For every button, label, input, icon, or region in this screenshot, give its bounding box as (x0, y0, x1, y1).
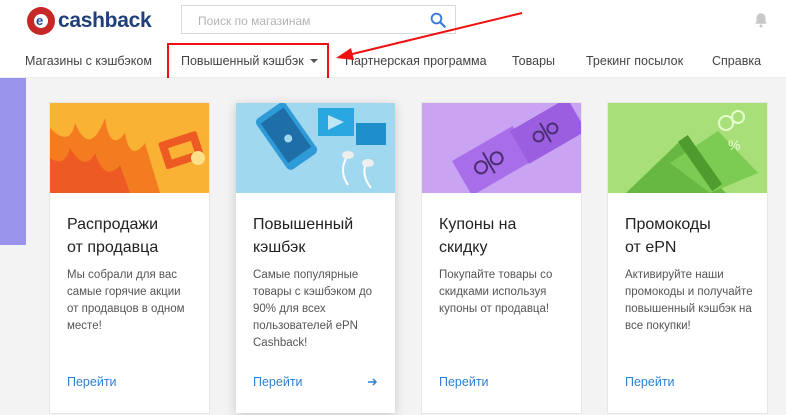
svg-text:%: % (728, 137, 740, 153)
notifications-bell-icon[interactable] (752, 10, 770, 30)
fire-tags-icon (50, 103, 209, 193)
card-title: Купоны на скидку (439, 216, 517, 256)
nav-item-help[interactable]: Справка (712, 54, 761, 68)
nav-item-stores[interactable]: Магазины с кэшбэком (25, 54, 152, 68)
search-icon[interactable] (429, 11, 447, 29)
card-go-link[interactable]: Перейти (253, 375, 303, 389)
cashback-logo[interactable]: e cashback (27, 7, 152, 35)
card-epn-promocodes[interactable]: % Промокоды от ePN Активируйте наши пром… (608, 103, 767, 413)
card-seller-sales[interactable]: Распродажи от продавца Мы собрали для ва… (50, 103, 209, 413)
card-description: Покупайте товары со скидками используя к… (439, 269, 553, 315)
brand-name: cashback (58, 9, 152, 32)
card-description: Самые популярные товары с кэшбэком до 90… (253, 269, 373, 349)
card-increased-cashback[interactable]: Повышенный кэшбэк Самые популярные товар… (236, 103, 395, 413)
nav-item-partner-program[interactable]: Партнерская программа (345, 54, 487, 68)
card-title: Промокоды от ePN (625, 216, 711, 256)
main-navigation: Магазины с кэшбэком Повышенный кэшбэк Па… (0, 44, 786, 78)
promo-section: Распродажи от продавца Мы собрали для ва… (0, 78, 786, 415)
card-go-link[interactable]: Перейти (67, 375, 117, 389)
phone-earphones-icon (236, 103, 395, 193)
nav-item-parcel-tracking[interactable]: Трекинг посылок (586, 54, 683, 68)
gift-box-icon: % (608, 103, 767, 193)
coupon-percent-icon (422, 103, 581, 193)
logo-e-icon: e (27, 7, 55, 35)
nav-item-products[interactable]: Товары (512, 54, 555, 68)
card-go-link[interactable]: Перейти (439, 375, 489, 389)
search-input[interactable] (183, 7, 430, 34)
card-go-link[interactable]: Перейти (625, 375, 675, 389)
arrow-right-icon[interactable] (368, 377, 378, 387)
card-title: Распродажи от продавца (67, 216, 159, 256)
card-discount-coupons[interactable]: Купоны на скидку Покупайте товары со ски… (422, 103, 581, 413)
side-banner-strip (0, 78, 26, 245)
highlight-box (167, 43, 329, 83)
card-description: Мы собрали для вас самые горячие акции о… (67, 269, 185, 332)
search-box[interactable] (181, 5, 456, 34)
card-title: Повышенный кэшбэк (253, 216, 354, 256)
header: e cashback (0, 0, 786, 44)
card-description: Активируйте наши промокоды и получайте п… (625, 269, 753, 332)
